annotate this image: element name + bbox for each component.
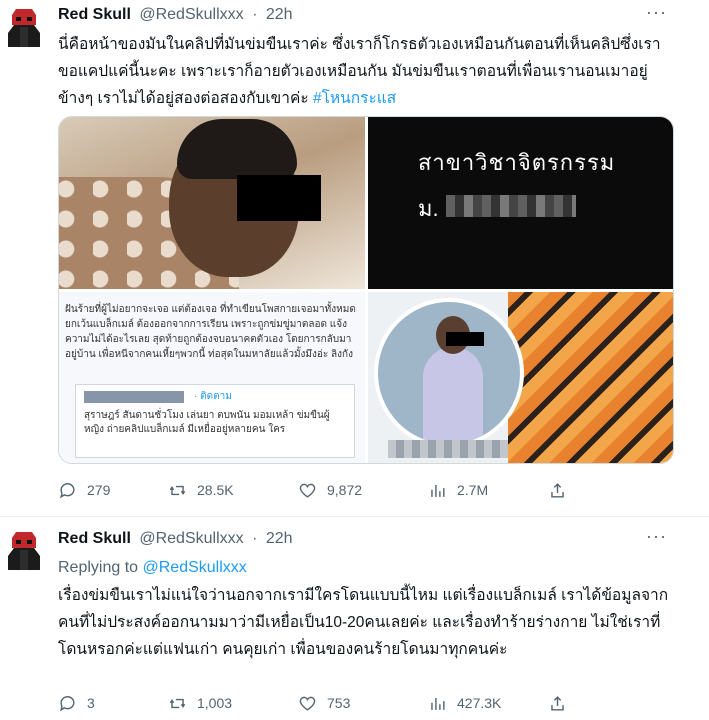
replying-to: Replying to @RedSkullxxx xyxy=(58,559,247,577)
media-photo-1[interactable] xyxy=(59,117,365,289)
censor-bar xyxy=(237,175,321,221)
media-grid[interactable]: สาขาวิชาจิตรกรรม ม. ฝันร้ายที่ผู้ไม่อยาก… xyxy=(58,116,674,464)
tiger-illustration xyxy=(508,292,673,463)
like-button[interactable]: 753 xyxy=(298,694,350,713)
replying-to-handle[interactable]: @RedSkullxxx xyxy=(143,559,247,576)
tweet-header: Red Skull @RedSkullxxx · 22h xyxy=(58,6,293,24)
screenshot-card: · ติดตาม สุราษฎร์ สันดานชั่วโมง เล่นยา ต… xyxy=(75,384,355,458)
retweet-icon xyxy=(169,698,186,708)
reply-button[interactable]: 3 xyxy=(58,694,95,713)
dot-separator: · xyxy=(252,6,258,23)
timestamp[interactable]: 22h xyxy=(266,530,293,547)
media-photo-2[interactable]: สาขาวิชาจิตรกรรม ม. xyxy=(368,117,673,289)
screenshot-text: ฝันร้ายที่ผู้ไม่อยากจะเจอ แต่ต้องเจอ ที่… xyxy=(65,304,356,360)
red-skull-avatar-icon xyxy=(2,6,46,50)
avatar[interactable] xyxy=(2,6,46,50)
redacted-name xyxy=(84,391,184,403)
screenshot-snippet: สุราษฎร์ สันดานชั่วโมง เล่นยา ตบพนัน มอม… xyxy=(84,410,330,435)
author-name[interactable]: Red Skull xyxy=(58,6,131,23)
timestamp[interactable]: 22h xyxy=(266,6,293,23)
like-count: 9,872 xyxy=(327,482,363,498)
views-count: 2.7M xyxy=(457,482,489,498)
share-button[interactable] xyxy=(548,694,567,713)
like-icon xyxy=(299,696,316,711)
pixelated-text xyxy=(446,195,576,217)
media-photo-4[interactable] xyxy=(368,292,673,463)
author-handle[interactable]: @RedSkullxxx xyxy=(139,6,243,23)
tweet[interactable]: Red Skull @RedSkullxxx · 22h ··· Replyin… xyxy=(0,517,709,720)
retweet-icon xyxy=(169,485,186,495)
reply-icon xyxy=(60,482,75,498)
author-handle[interactable]: @RedSkullxxx xyxy=(139,530,243,547)
pixelated-text xyxy=(388,440,508,458)
views-icon xyxy=(431,484,445,497)
retweet-button[interactable]: 1,003 xyxy=(168,694,232,713)
reply-count: 3 xyxy=(87,695,95,711)
retweet-count: 28.5K xyxy=(197,482,234,498)
censor-bar xyxy=(446,332,484,346)
media-photo-3[interactable]: ฝันร้ายที่ผู้ไม่อยากจะเจอ แต่ต้องเจอ ที่… xyxy=(59,292,365,463)
share-icon xyxy=(551,482,564,498)
retweet-button[interactable]: 28.5K xyxy=(168,481,234,500)
views-icon xyxy=(431,697,445,710)
reply-icon xyxy=(60,695,75,711)
retweet-count: 1,003 xyxy=(197,695,233,711)
image-caption-line2: ม. xyxy=(418,196,439,221)
person-body xyxy=(423,347,483,444)
author-name[interactable]: Red Skull xyxy=(58,530,131,547)
like-button[interactable]: 9,872 xyxy=(298,481,362,500)
avatar[interactable] xyxy=(2,529,46,573)
tweet[interactable]: Red Skull @RedSkullxxx · 22h ··· นี่คือห… xyxy=(0,0,709,517)
hair-shape xyxy=(177,119,297,179)
tweet-text: นี่คือหน้าของมันในคลิปที่มันข่มขืนเราค่ะ… xyxy=(58,31,678,112)
views-button[interactable]: 427.3K xyxy=(428,694,501,713)
hashtag-link[interactable]: #โหนกระแส xyxy=(313,90,396,107)
image-caption-line1: สาขาวิชาจิตรกรรม xyxy=(418,150,616,175)
like-count: 753 xyxy=(327,695,351,711)
dot-separator: · xyxy=(252,530,258,547)
tweet-text: เรื่องข่มขืนเราไม่แน่ใจว่านอกจากเรามีใคร… xyxy=(58,587,669,658)
like-icon xyxy=(299,483,316,498)
share-icon xyxy=(551,695,564,711)
replying-to-label: Replying to xyxy=(58,559,139,576)
views-count: 427.3K xyxy=(457,695,502,711)
more-icon[interactable]: ··· xyxy=(646,2,667,23)
red-skull-avatar-icon xyxy=(2,529,46,573)
share-button[interactable] xyxy=(548,481,567,500)
profile-photo xyxy=(374,298,524,448)
tweet-header: Red Skull @RedSkullxxx · 22h xyxy=(58,530,293,548)
screenshot-follow-label: · ติดตาม xyxy=(194,391,232,402)
reply-button[interactable]: 279 xyxy=(58,481,110,500)
views-button[interactable]: 2.7M xyxy=(428,481,488,500)
reply-count: 279 xyxy=(87,482,111,498)
more-icon[interactable]: ··· xyxy=(646,526,667,547)
